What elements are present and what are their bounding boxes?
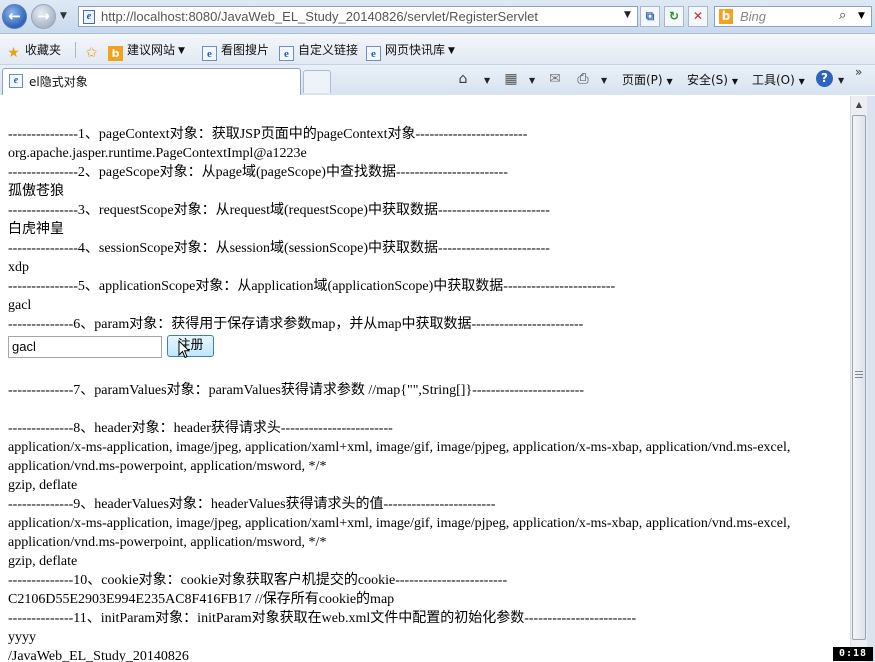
tab-command-bar: e el隐式对象 ⌂ ▼ ▦ ▼ ✉ ⎙ ▼ 页面(P) ▼ 安全(S) ▼ 工… — [0, 65, 875, 95]
search-field[interactable]: b Bing ⌕ ▼ — [714, 6, 872, 27]
chevron-down-icon: ▼ — [666, 77, 673, 86]
arrow-right-icon: → — [37, 7, 50, 25]
fav-item-image-search[interactable]: e 看图搜片 — [202, 41, 270, 61]
value-pagescope: 孤傲苍狼 — [8, 184, 64, 199]
section-heading-param: --------------6、param对象：获得用于保存请求参数map，并从… — [8, 317, 584, 332]
value-sessionscope: xdp — [8, 260, 29, 275]
safety-menu[interactable]: 安全(S) ▼ — [687, 72, 738, 90]
value-headervalues-accept: application/x-ms-application, image/jpeg… — [8, 516, 791, 550]
stop-icon[interactable]: ✕ — [688, 6, 708, 27]
feeds-icon[interactable]: ▦ — [501, 69, 521, 89]
home-icon[interactable]: ⌂ — [453, 69, 473, 89]
value-initparam-2: /JavaWeb_EL_Study_20140826 — [8, 649, 189, 662]
mouse-cursor-icon — [178, 340, 190, 359]
ie-page-icon: e — [83, 10, 95, 24]
tools-menu-label: 工具(O) — [752, 73, 795, 87]
help-chevron-down-icon[interactable]: ▼ — [838, 77, 844, 85]
url-field[interactable]: e http://localhost:8080/JavaWeb_EL_Study… — [78, 6, 638, 27]
ie-page-icon: e — [9, 74, 23, 88]
recording-timer: 0:18 — [833, 647, 873, 661]
section-heading-sessionscope: ---------------4、sessionScope对象：从session… — [8, 241, 550, 256]
param-input[interactable]: gacl — [8, 336, 162, 358]
help-icon[interactable]: ? — [816, 70, 833, 87]
register-button[interactable]: 注册 — [167, 335, 214, 357]
divider — [75, 42, 76, 58]
section-heading-header: --------------8、header对象：header获得请求头----… — [8, 421, 393, 436]
add-to-favorites-star-icon: ✩ — [85, 45, 98, 61]
scroll-up-arrow-icon[interactable]: ▲ — [851, 96, 867, 113]
read-mail-icon[interactable]: ✉ — [545, 69, 565, 89]
scrollbar-thumb[interactable] — [852, 115, 866, 640]
ie-page-icon: e — [366, 46, 381, 61]
section-heading-initparam: --------------11、initParam对象：initParam对象… — [8, 611, 637, 626]
register-form: gacl 注册 — [8, 334, 844, 362]
star-icon: ★ — [7, 45, 20, 61]
value-header-accept: application/x-ms-application, image/jpeg… — [8, 440, 791, 474]
section-heading-cookie: --------------10、cookie对象：cookie对象获取客户机提… — [8, 573, 508, 588]
bing-icon: b — [108, 46, 123, 61]
fav-item-label: 自定义链接 — [298, 43, 359, 57]
value-requestscope: 白虎神皇 — [8, 222, 64, 237]
favorites-button[interactable]: ★ 收藏夹 — [6, 41, 62, 61]
fav-item-custom-links[interactable]: e 自定义链接 — [279, 41, 359, 61]
more-commands-chevron-icon[interactable]: » — [855, 65, 862, 79]
print-chevron-down-icon[interactable]: ▼ — [601, 77, 607, 85]
ie-page-icon: e — [279, 46, 294, 61]
add-favorite-button[interactable]: ✩ — [84, 41, 103, 61]
new-tab-button[interactable] — [303, 70, 331, 93]
compatibility-view-icon[interactable]: ⧉ — [640, 6, 660, 27]
page-content: ---------------1、pageContext对象：获取JSP页面中的… — [0, 96, 850, 662]
value-pagecontext: org.apache.jasper.runtime.PageContextImp… — [8, 146, 307, 161]
feeds-chevron-down-icon[interactable]: ▼ — [529, 77, 535, 85]
print-icon[interactable]: ⎙ — [573, 69, 593, 89]
tools-menu[interactable]: 工具(O) ▼ — [752, 72, 805, 90]
search-placeholder: Bing — [740, 9, 767, 24]
ie-page-icon: e — [202, 46, 217, 61]
section-heading-headervalues: --------------9、headerValues对象：headerVal… — [8, 497, 496, 512]
tab-el-implicit-objects[interactable]: e el隐式对象 — [2, 68, 301, 95]
bing-logo-icon: b — [719, 9, 733, 24]
forward-button[interactable]: → — [31, 4, 56, 29]
section-heading-pagecontext: ---------------1、pageContext对象：获取JSP页面中的… — [8, 127, 528, 142]
fav-item-label: 看图搜片 — [221, 43, 270, 57]
page-menu-label: 页面(P) — [622, 73, 663, 87]
url-history-chevron-down-icon[interactable]: ▼ — [624, 10, 631, 20]
value-initparam-1: yyyy — [8, 630, 36, 645]
safety-menu-label: 安全(S) — [687, 73, 728, 87]
value-header-encoding: gzip, deflate — [8, 478, 78, 493]
url-text[interactable]: http://localhost:8080/JavaWeb_EL_Study_2… — [101, 9, 538, 25]
chevron-down-icon: ▼ — [178, 46, 185, 56]
chevron-down-icon: ▼ — [798, 77, 805, 86]
fav-item-suggested-sites[interactable]: b 建议网站 ▼ — [108, 41, 185, 61]
back-button[interactable]: ← — [2, 4, 27, 29]
tab-label: el隐式对象 — [29, 75, 88, 89]
fav-item-label: 网页快讯库 — [385, 43, 446, 57]
window-border — [867, 96, 875, 662]
favorites-label: 收藏夹 — [25, 43, 62, 57]
value-applicationscope: gacl — [8, 298, 32, 313]
page-menu[interactable]: 页面(P) ▼ — [622, 72, 673, 90]
value-cookie: C2106D55E2903E994E235AC8F416FB17 //保存所有c… — [8, 592, 395, 607]
section-heading-paramvalues: --------------7、paramValues对象：paramValue… — [8, 383, 585, 398]
value-headervalues-encoding: gzip, deflate — [8, 554, 78, 569]
address-bar: ← → ▼ e http://localhost:8080/JavaWeb_EL… — [0, 0, 875, 34]
arrow-left-icon: ← — [8, 7, 21, 25]
section-heading-pagescope: ---------------2、pageScope对象：从page域(page… — [8, 165, 508, 180]
chevron-down-icon: ▼ — [448, 46, 455, 56]
home-chevron-down-icon[interactable]: ▼ — [484, 77, 490, 85]
chevron-down-icon: ▼ — [731, 77, 738, 86]
fav-item-label: 建议网站 — [127, 43, 176, 57]
vertical-scrollbar[interactable]: ▲ — [850, 96, 867, 662]
recent-pages-chevron-down-icon[interactable]: ▼ — [60, 11, 67, 21]
fav-item-web-slice-gallery[interactable]: e 网页快讯库 ▼ — [366, 41, 455, 61]
refresh-icon[interactable]: ↻ — [664, 6, 684, 27]
section-heading-applicationscope: ---------------5、applicationScope对象：从app… — [8, 279, 616, 294]
scrollbar-grip-icon — [855, 371, 863, 378]
search-providers-chevron-down-icon[interactable]: ▼ — [858, 11, 865, 21]
favorites-bar: ★ 收藏夹 ✩ b 建议网站 ▼ e 看图搜片 e 自定义链接 e 网页快讯库 ▼ — [0, 34, 875, 65]
section-heading-requestscope: ---------------3、requestScope对象：从request… — [8, 203, 550, 218]
search-icon[interactable]: ⌕ — [839, 8, 846, 24]
